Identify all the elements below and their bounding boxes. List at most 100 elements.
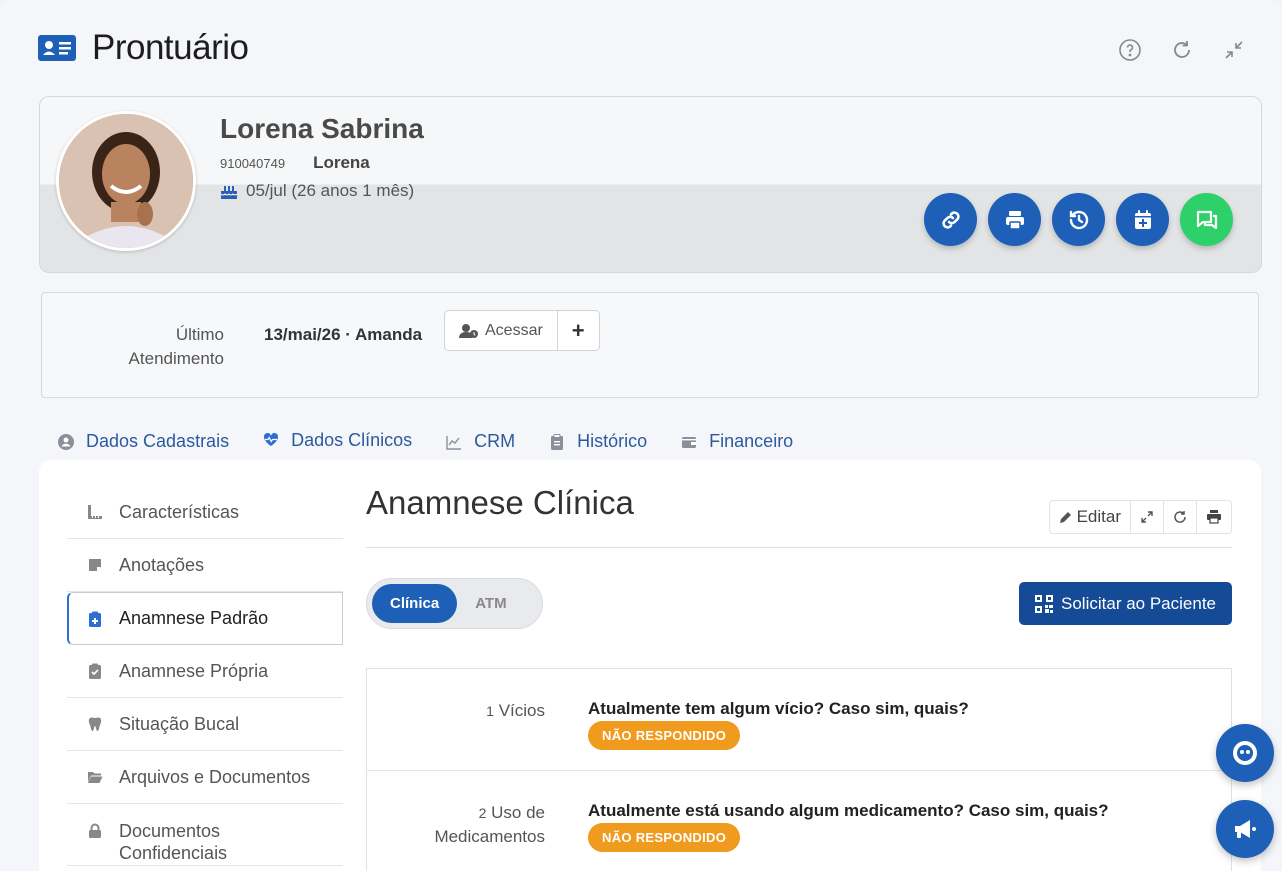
note-icon bbox=[89, 559, 101, 571]
chat-button[interactable] bbox=[1180, 193, 1233, 246]
patient-nickname: Lorena bbox=[313, 153, 370, 172]
side-item-situacao-bucal[interactable]: Situação Bucal bbox=[67, 698, 343, 751]
tab-dados-clinicos[interactable]: Dados Clínicos bbox=[246, 420, 430, 463]
assistant-face-icon bbox=[1233, 741, 1257, 765]
megaphone-icon bbox=[1235, 820, 1256, 838]
patient-name: Lorena Sabrina bbox=[220, 113, 424, 144]
main-tabs: Dados Cadastrais Dados Clínicos CRM Hist… bbox=[41, 420, 810, 463]
pencil-icon bbox=[1059, 512, 1071, 523]
user-clock-icon bbox=[459, 323, 478, 338]
side-item-anamnese-propria[interactable]: Anamnese Própria bbox=[67, 645, 343, 698]
side-item-anotacoes[interactable]: Anotações bbox=[67, 539, 343, 592]
link-button[interactable] bbox=[924, 193, 977, 246]
question-category: Uso de Medicamentos bbox=[434, 803, 545, 846]
main-panel: Características Anotações Anamnese Padrã… bbox=[39, 460, 1261, 871]
tooth-icon bbox=[88, 717, 102, 731]
patient-actions bbox=[924, 193, 1233, 246]
questions-table: 1 Vícios Atualmente tem algum vício? Cas… bbox=[366, 668, 1232, 871]
lock-icon bbox=[89, 823, 101, 838]
side-item-label: Situação Bucal bbox=[119, 713, 240, 734]
last-visit-actions: Acessar + bbox=[444, 310, 600, 351]
app-frame: Prontuário Lorena Sabrina 910040749 Lore… bbox=[0, 0, 1282, 871]
segment-clinica[interactable]: Clínica bbox=[372, 584, 458, 623]
status-badge: NÃO RESPONDIDO bbox=[588, 721, 741, 750]
birthday-cake-icon bbox=[220, 186, 238, 199]
edit-label: Editar bbox=[1076, 507, 1121, 526]
question-category: Vícios bbox=[498, 701, 545, 720]
side-item-label: Arquivos e Documentos bbox=[119, 766, 311, 787]
question-row: 1 Vícios Atualmente tem algum vício? Cas… bbox=[367, 669, 1231, 771]
divider bbox=[366, 547, 1232, 548]
tab-dados-cadastrais[interactable]: Dados Cadastrais bbox=[41, 420, 246, 463]
history-button[interactable] bbox=[1052, 193, 1105, 246]
avatar bbox=[56, 111, 196, 251]
collapse-icon[interactable] bbox=[1220, 36, 1248, 64]
chat-icon bbox=[1196, 210, 1217, 229]
assistant-button[interactable] bbox=[1216, 724, 1274, 782]
question-label: 2 Uso de Medicamentos bbox=[365, 801, 545, 849]
last-visit-label: Último Atendimento bbox=[128, 325, 224, 368]
side-item-anamnese-padrao[interactable]: Anamnese Padrão bbox=[67, 592, 343, 645]
question-number: 1 bbox=[486, 703, 494, 719]
refresh-icon[interactable] bbox=[1168, 36, 1196, 64]
tab-historico[interactable]: Histórico bbox=[532, 420, 664, 463]
question-row: 2 Uso de Medicamentos Atualmente está us… bbox=[367, 771, 1231, 871]
status-badge: NÃO RESPONDIDO bbox=[588, 823, 741, 852]
id-card-icon bbox=[38, 35, 76, 61]
edit-button[interactable]: Editar bbox=[1050, 501, 1130, 533]
anamnese-type-toggle: Clínica ATM bbox=[366, 578, 543, 629]
patient-birthday: 05/jul (26 anos 1 mês) bbox=[220, 181, 414, 201]
announcements-button[interactable] bbox=[1216, 800, 1274, 858]
last-visit-value: 13/mai/26 · Amanda bbox=[264, 325, 423, 344]
birthday-text: 05/jul (26 anos 1 mês) bbox=[246, 181, 415, 200]
chart-line-icon bbox=[446, 435, 462, 450]
qrcode-icon bbox=[1035, 594, 1054, 613]
add-visit-button[interactable]: + bbox=[556, 311, 599, 350]
clipboard-check-icon bbox=[89, 663, 101, 679]
header-tools bbox=[1116, 36, 1248, 64]
calendar-add-icon bbox=[1134, 209, 1151, 229]
patient-meta: 910040749 Lorena bbox=[220, 153, 370, 173]
app-header: Prontuário bbox=[38, 28, 249, 68]
patient-card: Lorena Sabrina 910040749 Lorena 05/jul (… bbox=[39, 96, 1262, 273]
request-patient-button[interactable]: Solicitar ao Paciente bbox=[1019, 582, 1232, 625]
expand-icon bbox=[1141, 511, 1153, 523]
help-icon[interactable] bbox=[1116, 36, 1144, 64]
folder-open-icon bbox=[88, 772, 103, 783]
refresh-icon bbox=[1174, 511, 1186, 523]
side-item-label: Características bbox=[119, 501, 240, 522]
history-icon bbox=[1069, 210, 1088, 229]
side-item-caracteristicas[interactable]: Características bbox=[67, 486, 343, 539]
segment-atm[interactable]: ATM bbox=[457, 584, 524, 623]
request-label: Solicitar ao Paciente bbox=[1061, 593, 1216, 613]
ruler-icon bbox=[88, 505, 102, 519]
question-text: Atualmente está usando algum medicamento… bbox=[588, 801, 1109, 820]
tab-label: Dados Cadastrais bbox=[86, 431, 230, 451]
content-area: Anamnese Clínica Editar Clínica ATM Soli… bbox=[366, 484, 1232, 871]
patient-id: 910040749 bbox=[220, 156, 286, 171]
content-tools: Editar bbox=[1048, 500, 1232, 534]
clipboard-icon bbox=[551, 433, 564, 450]
side-item-documentos-confidenciais[interactable]: Documentos Confidenciais bbox=[67, 804, 343, 866]
schedule-button[interactable] bbox=[1116, 193, 1169, 246]
access-label: Acessar bbox=[485, 321, 543, 339]
side-item-label: Anamnese Padrão bbox=[119, 608, 269, 628]
expand-button[interactable] bbox=[1130, 501, 1163, 533]
access-button[interactable]: Acessar bbox=[445, 311, 557, 350]
print-content-button[interactable] bbox=[1196, 501, 1231, 533]
last-visit-panel: Último Atendimento 13/mai/26 · Amanda Ac… bbox=[41, 292, 1259, 398]
tab-label: Financeiro bbox=[709, 431, 794, 451]
link-icon bbox=[941, 210, 960, 229]
side-item-label: Anamnese Própria bbox=[119, 660, 269, 681]
side-item-arquivos[interactable]: Arquivos e Documentos bbox=[67, 751, 343, 804]
tab-financeiro[interactable]: Financeiro bbox=[664, 420, 810, 463]
wallet-icon bbox=[682, 436, 697, 448]
heart-pulse-icon bbox=[264, 432, 279, 446]
side-item-label: Anotações bbox=[119, 554, 205, 575]
reload-button[interactable] bbox=[1163, 501, 1196, 533]
tab-crm[interactable]: CRM bbox=[429, 420, 532, 463]
side-item-label: Documentos Confidenciais bbox=[119, 821, 228, 863]
question-text: Atualmente tem algum vício? Caso sim, qu… bbox=[588, 699, 969, 718]
print-icon bbox=[1005, 210, 1024, 230]
print-button[interactable] bbox=[988, 193, 1041, 246]
